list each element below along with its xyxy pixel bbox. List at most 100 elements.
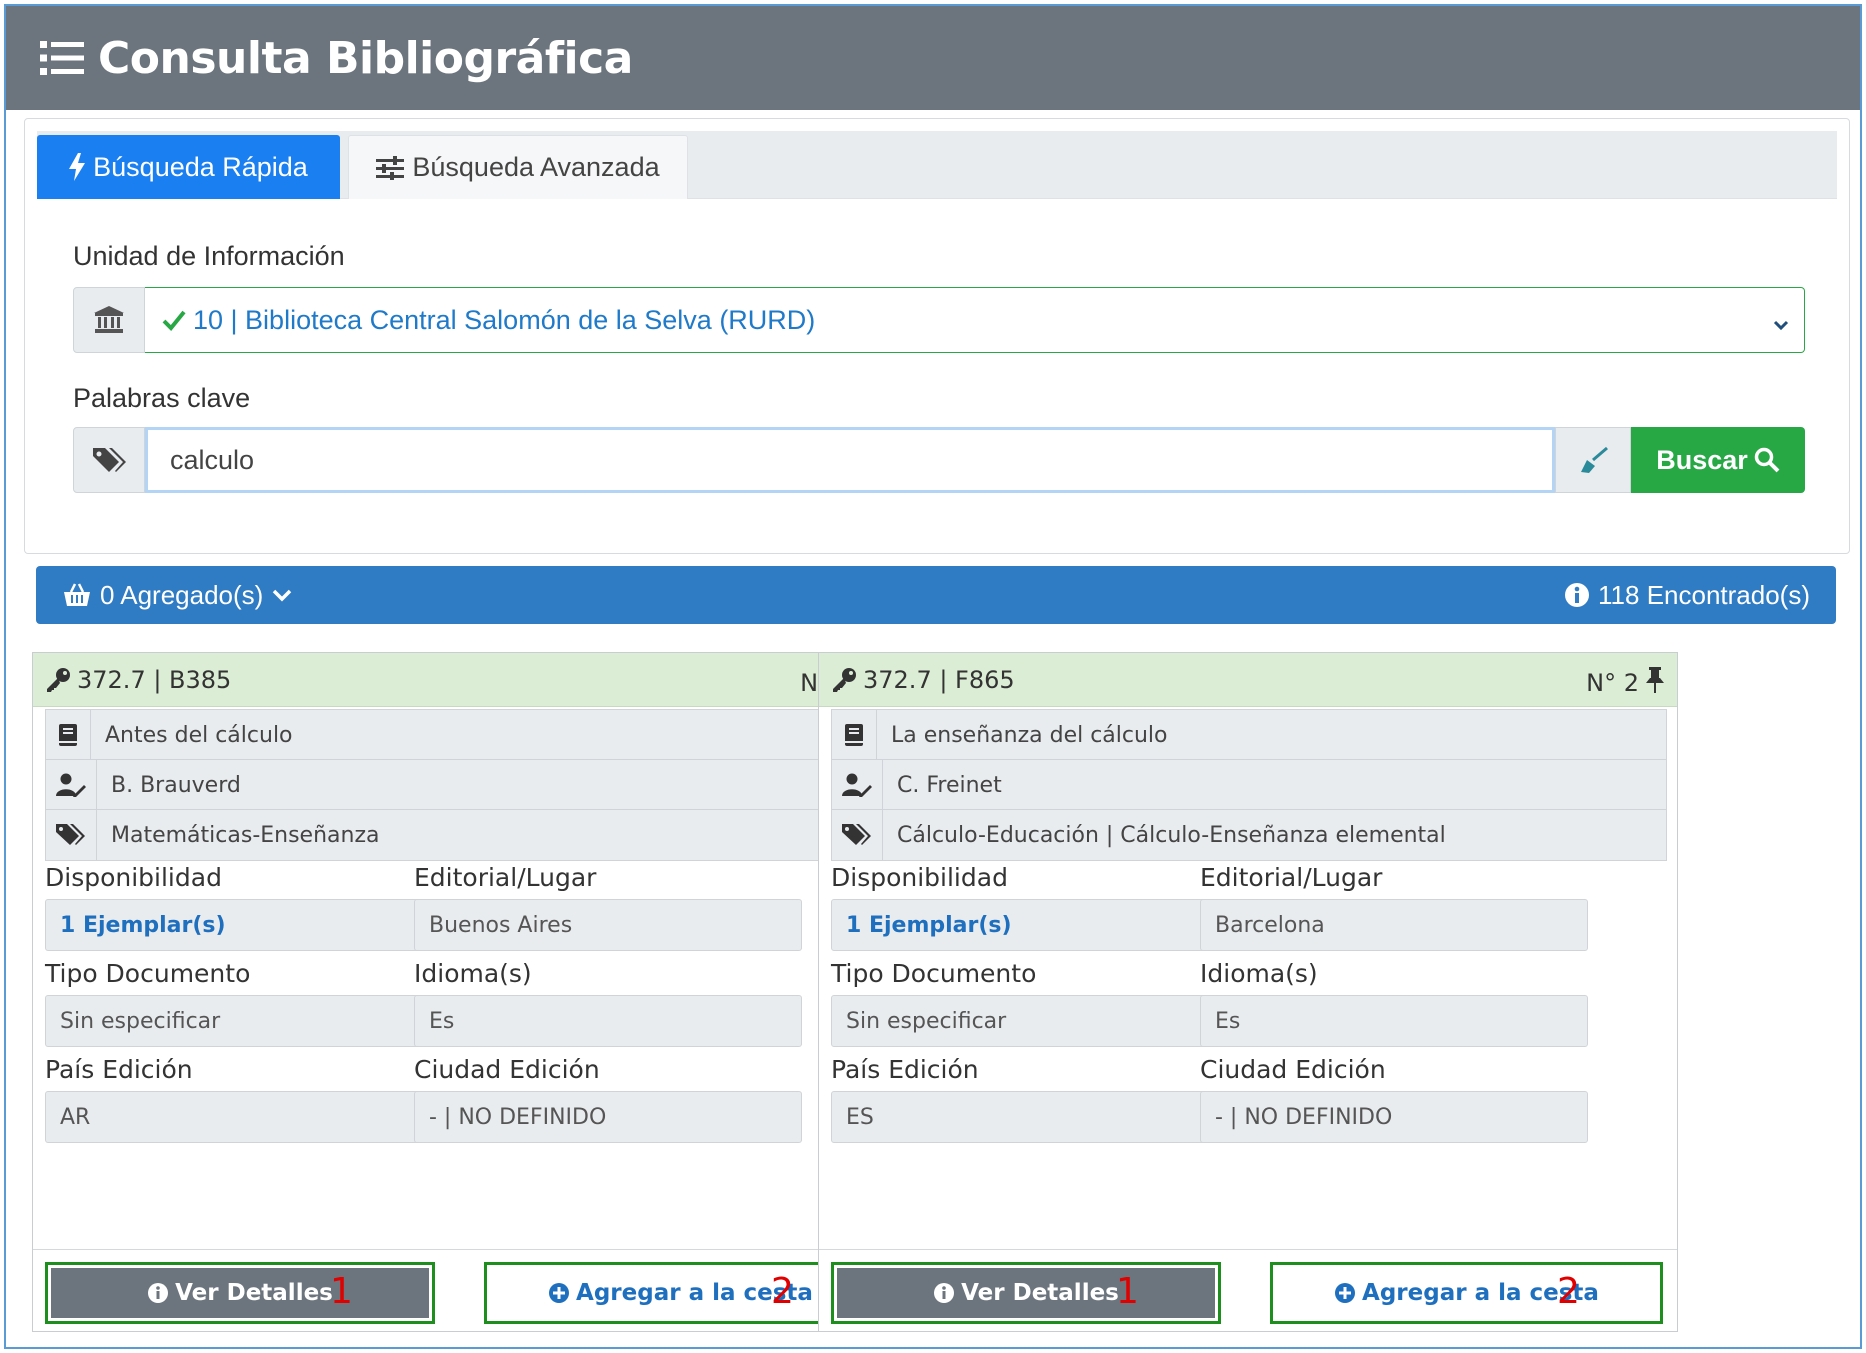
record-title: Antes del cálculo: [91, 709, 881, 761]
tipo-value: Sin especificar: [831, 995, 1219, 1047]
pin-icon[interactable]: [1645, 666, 1665, 693]
keywords-input[interactable]: calculo: [145, 427, 1555, 493]
tags-icon: [73, 427, 145, 493]
basket-toggle[interactable]: 0 Agregado(s): [62, 580, 293, 611]
found-count-group: 118 Encontrado(s): [1556, 580, 1810, 611]
user-edit-icon: [45, 759, 97, 811]
card-header: 372.7 | B385 N° 1: [33, 653, 891, 707]
ciudad-label: Ciudad Edición: [1200, 1055, 1386, 1084]
search-tabs: Búsqueda Rápida Búsqueda Avanzada: [37, 131, 1837, 199]
plus-circle-icon: [1334, 1282, 1356, 1304]
chevron-down-icon: [271, 586, 293, 604]
tab-busqueda-avanzada[interactable]: Búsqueda Avanzada: [348, 135, 688, 199]
user-edit-icon: [831, 759, 883, 811]
pais-value: AR: [45, 1091, 433, 1143]
tags-icon: [831, 809, 883, 861]
call-number: 372.7 | B385: [77, 665, 232, 694]
info-icon: [147, 1282, 169, 1304]
keywords-input-group: calculo Buscar: [73, 427, 1805, 493]
disponibilidad-link[interactable]: 1 Ejemplar(s): [45, 899, 433, 951]
tags-icon: [45, 809, 97, 861]
annotation-mark: 1: [330, 1271, 353, 1312]
info-icon: [933, 1282, 955, 1304]
ver-detalles-button[interactable]: Ver Detalles 1: [45, 1262, 435, 1324]
record-number: N° 2: [1586, 668, 1639, 697]
author-row: B. Brauverd: [45, 759, 881, 811]
title-row: Antes del cálculo: [45, 709, 881, 761]
tipo-label: Tipo Documento: [45, 959, 251, 988]
tab-label: Búsqueda Avanzada: [412, 152, 660, 182]
info-icon: [1564, 582, 1590, 608]
record-subjects: Cálculo-Educación | Cálculo-Enseñanza el…: [883, 809, 1667, 861]
bolt-icon: [69, 153, 86, 181]
record-author: C. Freinet: [883, 759, 1667, 811]
results-bar: 0 Agregado(s) 118 Encontrado(s): [36, 566, 1836, 624]
key-icon: [45, 667, 71, 693]
ciudad-value: - | NO DEFINIDO: [1200, 1091, 1588, 1143]
annotation-mark: 1: [1116, 1271, 1139, 1312]
book-icon: [45, 709, 91, 761]
editorial-value: Barcelona: [1200, 899, 1588, 951]
search-button-label: Buscar: [1656, 444, 1748, 475]
record-subjects: Matemáticas-Enseñanza: [97, 809, 881, 861]
result-card: 372.7 | B385 N° 1 Antes del cálculo B. B…: [32, 652, 892, 1332]
disponibilidad-label: Disponibilidad: [831, 863, 1008, 892]
annotation-mark: 2: [771, 1271, 794, 1312]
unidad-select[interactable]: 10 | Biblioteca Central Salomón de la Se…: [145, 287, 1805, 353]
tipo-value: Sin especificar: [45, 995, 433, 1047]
author-row: C. Freinet: [831, 759, 1667, 811]
unidad-label: Unidad de Información: [73, 241, 345, 271]
pais-value: ES: [831, 1091, 1219, 1143]
found-count: 118 Encontrado(s): [1598, 579, 1810, 610]
idioma-value: Es: [414, 995, 802, 1047]
card-footer: Ver Detalles 1 Agregar a la cesta 2: [819, 1249, 1677, 1333]
idioma-value: Es: [1200, 995, 1588, 1047]
ciudad-label: Ciudad Edición: [414, 1055, 600, 1084]
page-header: Consulta Bibliográfica: [6, 6, 1860, 110]
result-card: 372.7 | F865 N° 2 La enseñanza del cálcu…: [818, 652, 1678, 1332]
book-icon: [831, 709, 877, 761]
idioma-label: Idioma(s): [1200, 959, 1318, 988]
unidad-select-group: 10 | Biblioteca Central Salomón de la Se…: [73, 287, 1805, 353]
record-title: La enseñanza del cálculo: [877, 709, 1667, 761]
ver-detalles-label: Ver Detalles: [175, 1280, 333, 1306]
ciudad-value: - | NO DEFINIDO: [414, 1091, 802, 1143]
page-title: Consulta Bibliográfica: [98, 32, 633, 84]
tab-label: Búsqueda Rápida: [93, 151, 308, 182]
app-frame: Consulta Bibliográfica Búsqueda Rápida B…: [4, 4, 1862, 1349]
search-panel: Búsqueda Rápida Búsqueda Avanzada Unidad…: [24, 118, 1850, 554]
keywords-label: Palabras clave: [73, 383, 251, 413]
call-number: 372.7 | F865: [863, 665, 1015, 694]
subjects-row: Cálculo-Educación | Cálculo-Enseñanza el…: [831, 809, 1667, 861]
idioma-label: Idioma(s): [414, 959, 532, 988]
card-header: 372.7 | F865 N° 2: [819, 653, 1677, 707]
search-icon: [1754, 447, 1780, 473]
basket-count: 0 Agregado(s): [100, 579, 264, 610]
pais-label: País Edición: [831, 1055, 979, 1084]
ver-detalles-button[interactable]: Ver Detalles 1: [831, 1262, 1221, 1324]
clear-button[interactable]: [1555, 427, 1631, 493]
editorial-value: Buenos Aires: [414, 899, 802, 951]
search-button[interactable]: Buscar: [1631, 427, 1805, 493]
institution-icon: [73, 287, 145, 353]
record-author: B. Brauverd: [97, 759, 881, 811]
title-row: La enseñanza del cálculo: [831, 709, 1667, 761]
plus-circle-icon: [548, 1282, 570, 1304]
editorial-label: Editorial/Lugar: [414, 863, 597, 892]
agregar-cesta-button[interactable]: Agregar a la cesta 2: [1270, 1262, 1663, 1324]
ver-detalles-label: Ver Detalles: [961, 1280, 1119, 1306]
editorial-label: Editorial/Lugar: [1200, 863, 1383, 892]
check-icon: [161, 308, 187, 332]
sliders-icon: [376, 155, 405, 180]
basket-icon: [62, 583, 92, 607]
disponibilidad-link[interactable]: 1 Ejemplar(s): [831, 899, 1219, 951]
chevron-down-icon: [1772, 310, 1790, 341]
pais-label: País Edición: [45, 1055, 193, 1084]
key-icon: [831, 667, 857, 693]
tipo-label: Tipo Documento: [831, 959, 1037, 988]
tab-busqueda-rapida[interactable]: Búsqueda Rápida: [37, 135, 340, 199]
unidad-value: 10 | Biblioteca Central Salomón de la Se…: [193, 304, 816, 335]
disponibilidad-label: Disponibilidad: [45, 863, 222, 892]
list-icon: [40, 40, 84, 76]
subjects-row: Matemáticas-Enseñanza: [45, 809, 881, 861]
